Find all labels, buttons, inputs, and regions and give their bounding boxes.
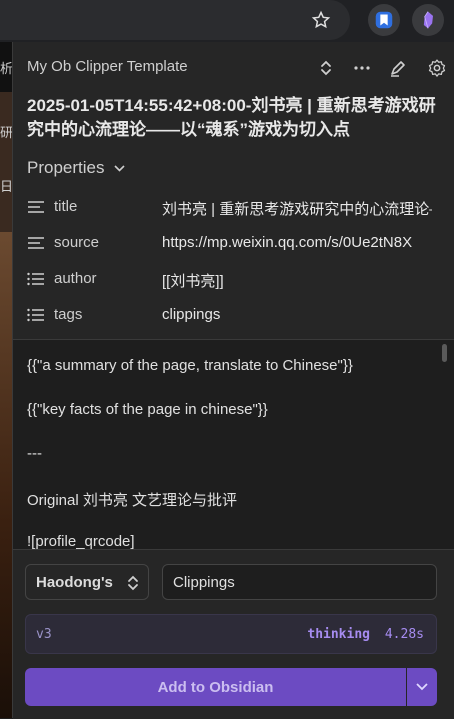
note-title[interactable]: 2025-01-05T14:55:42+08:00-刘书亮 | 重新思考游戏研究… [27,94,442,142]
status-time: 4.28s [384,627,424,642]
content-line: {{"key facts of the page in chinese"}} [27,401,268,418]
property-value[interactable]: https://mp.weixin.qq.com/s/0Ue2tN8X [162,234,432,251]
vault-select[interactable]: Haodong's [25,564,149,600]
property-key: source [54,234,100,251]
property-key: tags [54,306,83,323]
add-options-dropdown[interactable] [407,668,437,706]
text-icon [27,200,45,214]
status-state: thinking [307,627,370,642]
bookmark-extension-icon[interactable] [368,4,400,36]
popup-header: My Ob Clipper Template [27,58,454,80]
folder-input[interactable]: Clippings [162,564,437,600]
star-icon[interactable] [305,4,337,36]
property-row-source[interactable]: source https://mp.weixin.qq.com/s/0Ue2tN… [27,230,442,258]
highlighter-icon[interactable] [388,58,408,78]
property-key: author [54,270,97,287]
content-line: Original 刘书亮 文艺理论与批评 [27,492,238,509]
more-options-icon[interactable] [352,58,372,78]
content-line: {{"a summary of the page, translate to C… [27,357,353,374]
properties-toggle[interactable]: Properties [27,158,125,178]
properties-label: Properties [27,158,105,177]
property-key: title [54,198,78,215]
list-icon [27,308,45,322]
property-row-title[interactable]: title 刘书亮 | 重新思考游戏研究中的心流理论——以“魂系”游戏为切入点 [27,194,442,222]
list-icon [27,272,45,286]
vault-select-value: Haodong's [36,574,113,591]
template-name[interactable]: My Ob Clipper Template [27,58,188,75]
clipper-popup: My Ob Clipper Template 2025-01-05T14:55:… [12,42,454,719]
text-icon [27,236,45,250]
gear-icon[interactable] [427,58,447,78]
property-value[interactable]: clippings [162,306,432,323]
scrollbar[interactable] [442,344,447,362]
popup-footer: Haodong's Clippings v3 thinking 4.28s Ad… [13,549,454,719]
property-value[interactable]: [[刘书亮]] [162,270,432,291]
property-value[interactable]: 刘书亮 | 重新思考游戏研究中的心流理论——以“魂系”游戏为切入点 [162,198,432,219]
chevron-down-icon [110,162,125,176]
content-line: ![profile_qrcode] [27,533,135,550]
interpreter-status: v3 thinking 4.28s [25,614,437,654]
chevron-up-down-icon[interactable] [318,58,338,78]
note-content-editor[interactable]: {{"a summary of the page, translate to C… [13,339,454,550]
add-to-obsidian-button[interactable]: Add to Obsidian [25,668,406,706]
property-row-author[interactable]: author [[刘书亮]] [27,266,442,294]
content-line: --- [27,445,42,462]
property-row-tags[interactable]: tags clippings [27,302,442,330]
chevron-down-icon [416,678,428,696]
obsidian-icon[interactable] [412,4,444,36]
chevron-up-down-icon [126,573,140,598]
model-version: v3 [36,627,52,642]
browser-toolbar [0,0,454,42]
address-bar[interactable] [0,0,350,40]
